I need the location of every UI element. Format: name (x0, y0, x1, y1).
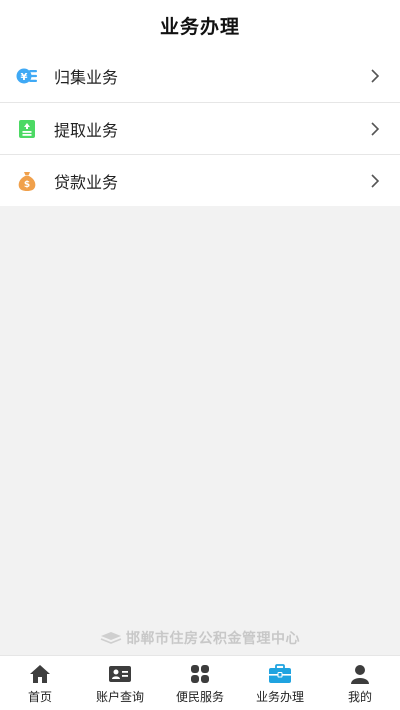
id-card-icon (108, 662, 132, 686)
tab-label: 我的 (347, 689, 372, 704)
coin-stack-icon: ¥ (16, 65, 38, 87)
business-menu: ¥ 归集业务 提取业务 $ 贷款业务 (0, 50, 400, 206)
chevron-right-icon (366, 120, 384, 138)
svg-text:¥: ¥ (21, 72, 28, 83)
money-bag-icon: $ (16, 170, 38, 192)
withdraw-card-icon (16, 118, 38, 140)
briefcase-icon (268, 662, 292, 686)
tab-mine[interactable]: 我的 (320, 656, 400, 710)
brand-footer: 邯郸市住房公积金管理中心 (0, 628, 400, 648)
svg-text:$: $ (24, 180, 30, 190)
menu-item-loan[interactable]: $ 贷款业务 (0, 154, 400, 206)
home-icon (28, 662, 52, 686)
tab-convenience-services[interactable]: 便民服务 (160, 656, 240, 710)
menu-item-label: 归集业务 (54, 68, 119, 87)
menu-item-collection[interactable]: ¥ 归集业务 (0, 50, 400, 102)
tab-account-query[interactable]: 账户查询 (80, 656, 160, 710)
menu-item-label: 提取业务 (54, 120, 119, 140)
tab-home[interactable]: 首页 (0, 656, 80, 710)
tab-label: 首页 (27, 689, 52, 704)
menu-item-label: 贷款业务 (54, 172, 119, 192)
chevron-right-icon (366, 67, 384, 85)
bottom-tab-bar: 首页 账户查询 便民服务 业务办理 我的 (0, 655, 400, 710)
tab-business-handling[interactable]: 业务办理 (240, 656, 320, 710)
grid-icon (188, 662, 212, 686)
brand-logo-icon (100, 631, 122, 645)
menu-item-withdrawal[interactable]: 提取业务 (0, 102, 400, 154)
tab-label: 账户查询 (95, 689, 144, 704)
page-title: 业务办理 (159, 15, 240, 38)
app-header: 业务办理 (0, 0, 400, 50)
user-icon (348, 662, 372, 686)
tab-label: 业务办理 (255, 689, 304, 704)
tab-label: 便民服务 (175, 689, 224, 704)
chevron-right-icon (366, 172, 384, 190)
brand-name: 邯郸市住房公积金管理中心 (126, 631, 300, 647)
